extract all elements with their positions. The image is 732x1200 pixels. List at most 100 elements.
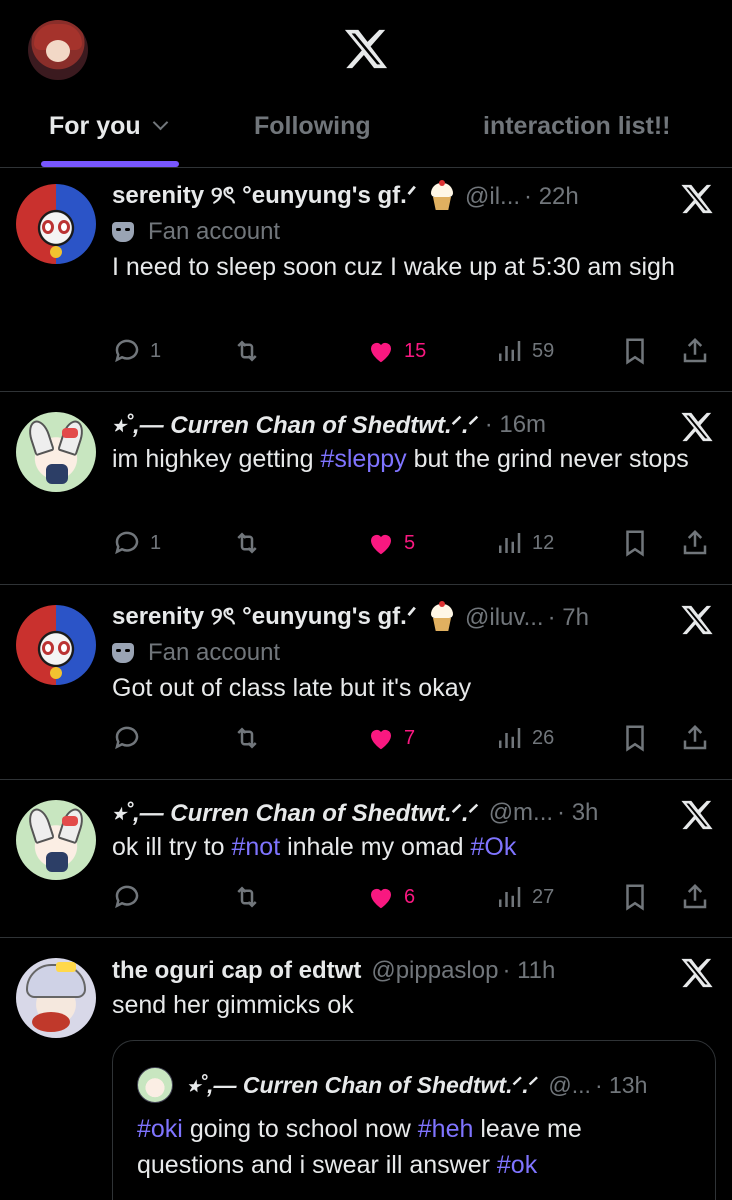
quoted-tweet[interactable]: ⭑˚,— Curren Chan of Shedtwt.ᐟ.ᐟ @... · 1… [112, 1040, 716, 1200]
display-name[interactable]: the oguri cap of edtwt [112, 957, 361, 985]
like-button[interactable]: 7 [366, 723, 415, 753]
display-name[interactable]: serenity ୨ৎ °eunyung's gf.ᐟ [112, 177, 417, 217]
tweet[interactable]: serenity ୨ৎ °eunyung's gf.ᐟ @il... · 22h… [0, 168, 732, 392]
avatar[interactable] [16, 412, 96, 492]
like-button[interactable]: 6 [366, 882, 415, 912]
heart-icon [371, 888, 391, 909]
like-count: 15 [404, 339, 427, 362]
tweet-text: ok ill try to #not inhale my omad #Ok [112, 833, 517, 861]
bookmark-icon [626, 725, 644, 752]
tab-following-label: Following [254, 112, 371, 140]
quoted-avatar [137, 1067, 173, 1103]
chevron-down-icon [152, 114, 168, 131]
views-button[interactable]: 59 [494, 336, 554, 366]
avatar[interactable] [16, 605, 96, 685]
retweet-icon [237, 340, 257, 362]
bookmark-icon [626, 338, 644, 365]
hashtag-link[interactable]: #not [231, 833, 280, 861]
tweet-text: send her gimmicks ok [112, 991, 354, 1019]
reply-count: 1 [150, 339, 162, 362]
fan-account-label: Fan account [148, 218, 281, 245]
reply-button[interactable] [112, 723, 142, 753]
handle[interactable]: @pippaslop [371, 957, 498, 985]
fan-account-icon [112, 222, 134, 242]
views-icon [499, 533, 521, 553]
avatar[interactable] [16, 958, 96, 1038]
reply-icon [115, 885, 139, 909]
reply-icon [115, 339, 139, 363]
tweet[interactable]: ⭑˚,— Curren Chan of Shedtwt.ᐟ.ᐟ · 16m im… [0, 392, 732, 585]
timestamp[interactable]: · 11h [502, 957, 555, 985]
timestamp[interactable]: · 7h [548, 604, 589, 632]
tweet-text: im highkey getting #sleppy but the grind… [112, 445, 689, 473]
quoted-handle: @... [548, 1071, 591, 1098]
cupcake-icon [429, 601, 455, 632]
share-button[interactable] [680, 723, 710, 753]
like-button[interactable]: 5 [366, 528, 415, 558]
like-count: 6 [404, 885, 416, 908]
display-name[interactable]: ⭑˚,— Curren Chan of Shedtwt.ᐟ.ᐟ [112, 411, 479, 440]
view-count: 27 [532, 885, 555, 908]
tweet[interactable]: serenity ୨ৎ °eunyung's gf.ᐟ @iluv... · 7… [0, 585, 732, 780]
hashtag-link[interactable]: #ok [497, 1151, 537, 1179]
heart-icon [371, 534, 391, 555]
reply-icon [115, 531, 139, 555]
share-button[interactable] [680, 528, 710, 558]
display-name[interactable]: ⭑˚,— Curren Chan of Shedtwt.ᐟ.ᐟ [112, 799, 479, 828]
profile-avatar[interactable] [28, 20, 88, 80]
active-tab-indicator [41, 161, 179, 167]
bookmark-button[interactable] [620, 882, 650, 912]
retweet-icon [237, 532, 257, 554]
share-icon [683, 883, 707, 909]
views-icon [499, 887, 521, 907]
share-icon [683, 529, 707, 555]
display-name[interactable]: serenity ୨ৎ °eunyung's gf.ᐟ [112, 598, 417, 638]
bookmark-button[interactable] [620, 336, 650, 366]
like-button[interactable]: 15 [366, 336, 426, 366]
views-button[interactable]: 27 [494, 882, 554, 912]
views-icon [499, 728, 521, 748]
bookmark-icon [626, 530, 644, 557]
reply-button[interactable]: 1 [112, 528, 161, 558]
x-logo-icon [681, 605, 713, 635]
retweet-button[interactable] [232, 882, 262, 912]
handle[interactable]: @iluv... [465, 604, 544, 632]
hashtag-link[interactable]: #heh [418, 1115, 474, 1143]
share-button[interactable] [680, 336, 710, 366]
views-button[interactable]: 26 [494, 723, 554, 753]
views-icon [499, 341, 521, 361]
share-button[interactable] [680, 882, 710, 912]
bookmark-icon [626, 884, 644, 911]
handle[interactable]: @il... [465, 183, 520, 211]
retweet-icon [237, 886, 257, 908]
cupcake-icon [429, 180, 455, 211]
retweet-button[interactable] [232, 723, 262, 753]
timestamp[interactable]: · 16m [485, 411, 546, 439]
timestamp[interactable]: · 22h [524, 183, 579, 211]
hashtag-link[interactable]: #sleppy [320, 445, 406, 473]
tab-following[interactable]: Following [254, 112, 371, 141]
reply-button[interactable]: 1 [112, 336, 161, 366]
views-button[interactable]: 12 [494, 528, 554, 558]
reply-button[interactable] [112, 882, 142, 912]
tab-interaction-list[interactable]: interaction list!! [483, 112, 671, 141]
bookmark-button[interactable] [620, 723, 650, 753]
hashtag-link[interactable]: #oki [137, 1115, 183, 1143]
timestamp[interactable]: · 3h [557, 799, 598, 827]
avatar[interactable] [16, 800, 96, 880]
hashtag-link[interactable]: #Ok [471, 833, 517, 861]
tweet-text: I need to sleep soon cuz I wake up at 5:… [112, 253, 675, 281]
retweet-button[interactable] [232, 528, 262, 558]
handle[interactable]: @m... [489, 799, 553, 827]
tab-interaction-label: interaction list!! [483, 112, 671, 140]
view-count: 26 [532, 726, 555, 749]
avatar[interactable] [16, 184, 96, 264]
heart-icon [371, 342, 391, 363]
x-logo-icon[interactable] [343, 26, 389, 72]
bookmark-button[interactable] [620, 528, 650, 558]
like-count: 5 [404, 531, 416, 554]
tab-for-you[interactable]: For you [49, 112, 168, 141]
retweet-button[interactable] [232, 336, 262, 366]
view-count: 12 [532, 531, 555, 554]
tweet[interactable]: ⭑˚,— Curren Chan of Shedtwt.ᐟ.ᐟ @m... · … [0, 780, 732, 938]
